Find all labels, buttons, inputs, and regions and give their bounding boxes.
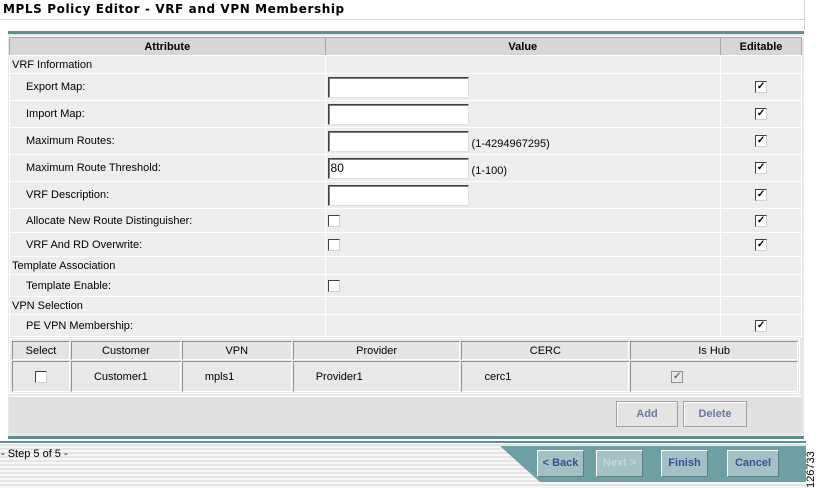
- export-map-label: Export Map:: [9, 73, 326, 101]
- wizard-step-indicator: - Step 5 of 5 -: [1, 448, 68, 460]
- pe-vpn-membership-editable-checkbox[interactable]: ✓: [755, 319, 768, 332]
- template-enable-checkbox[interactable]: [327, 279, 340, 292]
- import-map-editable-checkbox[interactable]: ✓: [755, 108, 768, 121]
- maximum-routes-label: Maximum Routes:: [9, 127, 326, 155]
- column-header-value: Value: [324, 37, 722, 56]
- next-button[interactable]: Next >: [596, 450, 643, 477]
- maximum-route-threshold-label: Maximum Route Threshold:: [9, 154, 326, 182]
- vrf-rd-overwrite-checkbox[interactable]: [327, 238, 340, 251]
- vpn-row-provider: Provider1: [292, 361, 461, 392]
- maximum-route-threshold-input[interactable]: 80: [327, 157, 469, 179]
- section-vpn-selection: VPN Selection: [9, 296, 326, 315]
- figure-id: 126733: [805, 451, 817, 488]
- vpn-header-customer: Customer: [70, 341, 181, 360]
- vrf-rd-overwrite-editable-checkbox[interactable]: ✓: [755, 238, 768, 251]
- import-map-input[interactable]: [327, 103, 469, 125]
- cancel-button[interactable]: Cancel: [727, 450, 779, 477]
- vpn-header-provider: Provider: [292, 341, 461, 360]
- table-row: Customer1 mpls1 Provider1 cerc1 ✓: [12, 361, 798, 392]
- allocate-new-rd-label: Allocate New Route Distinguisher:: [9, 208, 326, 233]
- attribute-table: Attribute Value Editable VRF Information…: [9, 37, 802, 337]
- import-map-label: Import Map:: [9, 100, 326, 128]
- vpn-row-is-hub-checkbox: ✓: [671, 370, 684, 383]
- vpn-header-cerc: CERC: [461, 341, 630, 360]
- delete-button[interactable]: Delete: [683, 401, 747, 427]
- export-map-input[interactable]: [327, 76, 469, 98]
- vrf-description-editable-checkbox[interactable]: ✓: [755, 189, 768, 202]
- allocate-new-rd-editable-checkbox[interactable]: ✓: [755, 214, 768, 227]
- vpn-membership-table: Select Customer VPN Provider CERC Is Hub…: [11, 340, 799, 393]
- back-button[interactable]: < Back: [537, 450, 584, 477]
- pe-vpn-membership-label: PE VPN Membership:: [9, 314, 326, 337]
- vpn-header-vpn: VPN: [181, 341, 292, 360]
- right-edge-divider: [804, 0, 805, 30]
- finish-button[interactable]: Finish: [661, 450, 708, 477]
- column-header-attribute: Attribute: [9, 37, 326, 56]
- vpn-header-select: Select: [12, 341, 70, 360]
- vpn-row-cerc: cerc1: [461, 361, 630, 392]
- window-title: MPLS Policy Editor - VRF and VPN Members…: [3, 2, 345, 16]
- maximum-route-threshold-range-hint: (1-100): [471, 165, 508, 177]
- column-header-editable: Editable: [720, 37, 802, 56]
- section-template-association: Template Association: [9, 256, 326, 275]
- maximum-routes-editable-checkbox[interactable]: ✓: [755, 135, 768, 148]
- maximum-routes-range-hint: (1-4294967295): [471, 138, 550, 150]
- vpn-row-vpn: mpls1: [181, 361, 292, 392]
- vpn-row-customer: Customer1: [70, 361, 181, 392]
- vpn-row-select-checkbox[interactable]: [34, 370, 47, 383]
- vrf-rd-overwrite-label: VRF And RD Overwrite:: [9, 232, 326, 257]
- maximum-routes-input[interactable]: [327, 130, 469, 152]
- add-button[interactable]: Add: [616, 401, 678, 427]
- vpn-header-is-hub: Is Hub: [630, 341, 798, 360]
- maximum-route-threshold-editable-checkbox[interactable]: ✓: [755, 162, 768, 175]
- export-map-editable-checkbox[interactable]: ✓: [755, 81, 768, 94]
- vrf-description-label: VRF Description:: [9, 181, 326, 209]
- template-enable-label: Template Enable:: [9, 274, 326, 297]
- allocate-new-rd-checkbox[interactable]: [327, 214, 340, 227]
- vrf-description-input[interactable]: [327, 184, 469, 206]
- footer-divider: [0, 441, 806, 443]
- section-vrf-information: VRF Information: [9, 55, 326, 74]
- title-divider: [0, 19, 806, 20]
